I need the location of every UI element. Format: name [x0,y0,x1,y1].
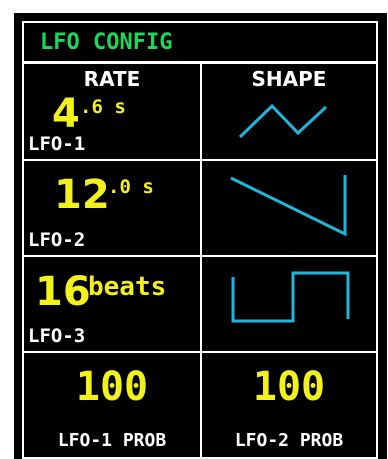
lfo-3-shape-cell[interactable] [200,255,378,353]
lfo-1-prob-value: 100 [75,364,149,410]
triangle-wave-icon [238,103,328,139]
lfo-3-label: LFO-3 [28,325,86,347]
lfo-2-shape-cell[interactable] [200,159,378,257]
lfo-2-prob-value: 100 [252,364,326,410]
lfo-grid: RATE 4 .6 s LFO-1 SHAPE 12 .0 s LFO-2 16… [22,62,378,459]
title-bar: LFO CONFIG [22,21,378,63]
lfo-1-label: LFO-1 [28,133,86,155]
lfo-1-rate-cell[interactable]: RATE 4 .6 s LFO-1 [22,62,202,161]
lfo-3-rate-unit: beats [88,272,167,302]
lfo-3-rate-cell[interactable]: 16 beats LFO-3 [22,255,202,353]
lfo-config-panel: LFO CONFIG RATE 4 .6 s LFO-1 SHAPE 12 .0… [14,13,387,459]
lfo-2-label: LFO-2 [28,229,86,251]
lfo-2-rate-cell[interactable]: 12 .0 s LFO-2 [22,159,202,257]
rate-header: RATE [83,67,141,91]
lfo-1-prob-cell[interactable]: 100 LFO-1 PROB [22,351,202,459]
lfo-2-rate-fraction: .0 s [108,176,154,198]
lfo-1-shape-cell[interactable]: SHAPE [200,62,378,161]
lfo-3-rate-value: 16 [35,269,91,315]
lfo-2-rate-value: 12 [54,172,110,218]
lfo-1-rate-value: 4 [52,91,80,137]
lfo-2-prob-label: LFO-2 PROB [234,430,344,451]
lfo-1-prob-label: LFO-1 PROB [57,430,167,451]
square-wave-icon [231,271,350,323]
page-title: LFO CONFIG [40,30,173,55]
lfo-1-rate-fraction: .6 s [80,96,126,118]
sawtooth-wave-icon [230,175,347,237]
lfo-2-prob-cell[interactable]: 100 LFO-2 PROB [200,351,378,459]
